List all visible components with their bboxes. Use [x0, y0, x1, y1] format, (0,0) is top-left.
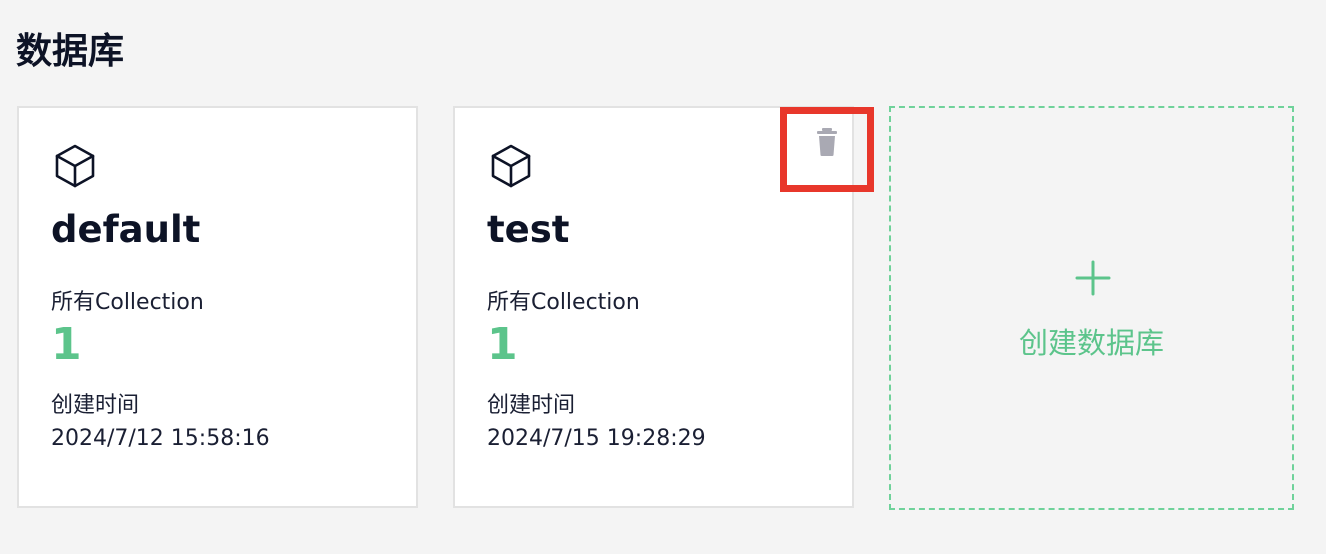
create-database-label: 创建数据库	[1018, 326, 1164, 360]
delete-database-button[interactable]	[780, 107, 874, 192]
cube-icon	[491, 144, 531, 188]
collection-count-value: 1	[487, 319, 518, 370]
database-name: default	[51, 208, 201, 251]
plus-icon	[1075, 260, 1111, 296]
collection-count-label: 所有Collection	[487, 290, 640, 315]
database-name: test	[487, 208, 570, 251]
created-time-label: 创建时间	[487, 393, 576, 418]
cube-icon	[55, 144, 95, 188]
database-card-default[interactable]: default 所有Collection 1 创建时间 2024/7/12 15…	[17, 106, 418, 508]
created-time-value: 2024/7/12 15:58:16	[51, 426, 270, 451]
database-page: 数据库 default 所有Collection 1 创建时间 2024/7/1…	[0, 0, 1326, 554]
create-database-button[interactable]: 创建数据库	[889, 106, 1294, 510]
database-card-list: default 所有Collection 1 创建时间 2024/7/12 15…	[17, 106, 1294, 510]
trash-icon	[817, 128, 837, 156]
page-title: 数据库	[16, 31, 125, 72]
created-time-label: 创建时间	[51, 393, 140, 418]
collection-count-value: 1	[51, 319, 82, 370]
created-time-value: 2024/7/15 19:28:29	[487, 426, 706, 451]
collection-count-label: 所有Collection	[51, 290, 204, 315]
database-card-test[interactable]: test 所有Collection 1 创建时间 2024/7/15 19:28…	[453, 106, 874, 508]
